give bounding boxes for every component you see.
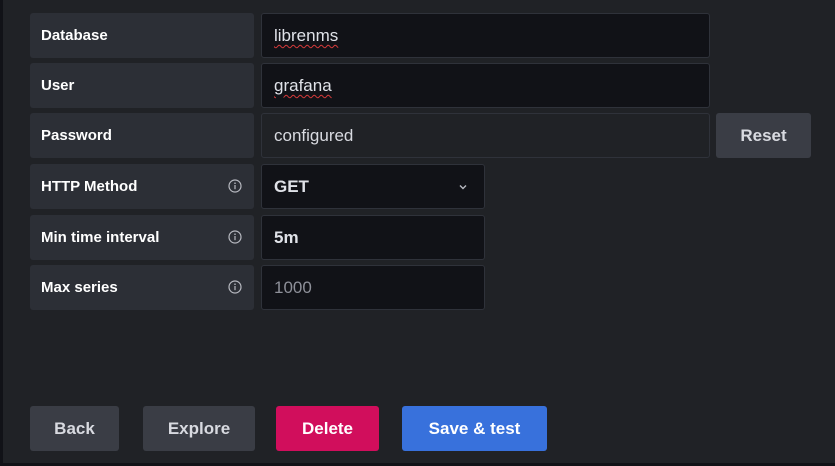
max-series-label: Max series — [30, 265, 254, 310]
user-label-text: User — [41, 77, 75, 94]
info-icon[interactable] — [228, 179, 242, 193]
user-value: grafana — [274, 76, 332, 95]
user-label: User — [30, 63, 254, 108]
password-input: configured — [261, 113, 710, 158]
http-method-label: HTTP Method — [30, 164, 254, 209]
delete-button-label: Delete — [301, 419, 354, 438]
back-button[interactable]: Back — [30, 406, 119, 451]
delete-button[interactable]: Delete — [276, 406, 379, 451]
explore-button[interactable]: Explore — [143, 406, 255, 451]
database-label: Database — [30, 13, 254, 58]
http-method-select[interactable]: GET — [261, 164, 485, 209]
min-time-interval-label: Min time interval — [30, 215, 254, 260]
info-icon[interactable] — [228, 280, 242, 294]
http-method-label-text: HTTP Method — [41, 178, 138, 195]
info-icon[interactable] — [228, 230, 242, 244]
database-input[interactable]: librenms — [261, 13, 710, 58]
back-button-label: Back — [54, 419, 95, 438]
password-value: configured — [274, 126, 354, 145]
min-time-interval-label-text: Min time interval — [41, 229, 160, 246]
min-time-interval-input[interactable]: 5m — [261, 215, 485, 260]
min-time-interval-value: 5m — [274, 228, 299, 247]
user-input[interactable]: grafana — [261, 63, 710, 108]
max-series-input[interactable]: 1000 — [261, 265, 485, 310]
datasource-settings-panel: Database librenms User grafana Password … — [0, 0, 835, 466]
reset-button-label: Reset — [740, 126, 787, 145]
password-label-text: Password — [41, 127, 112, 144]
panel-edge — [0, 0, 3, 466]
http-method-value: GET — [274, 177, 309, 196]
max-series-placeholder: 1000 — [274, 278, 312, 297]
save-and-test-button-label: Save & test — [428, 419, 521, 438]
chevron-down-icon — [459, 185, 467, 190]
database-label-text: Database — [41, 27, 108, 44]
reset-password-button[interactable]: Reset — [716, 113, 811, 158]
database-value: librenms — [274, 26, 339, 45]
password-label: Password — [30, 113, 254, 158]
save-and-test-button[interactable]: Save & test — [402, 406, 547, 451]
explore-button-label: Explore — [167, 419, 231, 438]
max-series-label-text: Max series — [41, 279, 118, 296]
